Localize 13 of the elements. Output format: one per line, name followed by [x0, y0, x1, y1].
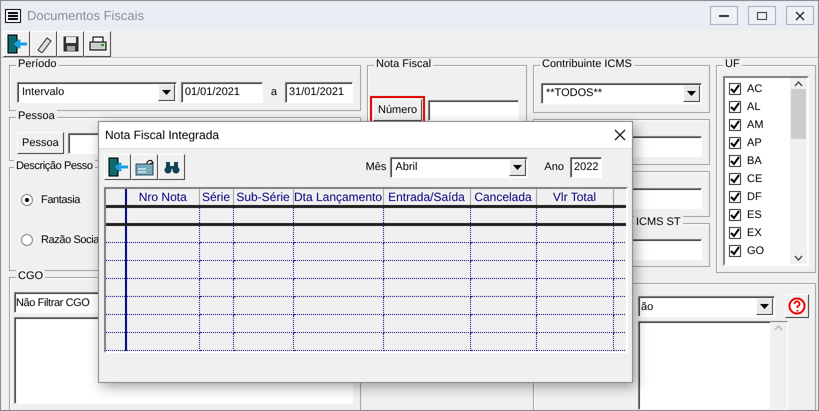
group-label: Descrição Pesso	[14, 160, 95, 172]
group-label: Período	[16, 58, 59, 70]
year-label: Ano	[544, 161, 564, 173]
group-label: Pessoa	[16, 110, 57, 122]
group-label: Contribuinte ICMS	[540, 58, 634, 70]
group-label: ICMS ST	[634, 216, 683, 228]
separator-text: a	[270, 86, 278, 98]
group-label: Nota Fiscal	[374, 58, 434, 70]
month-label: Mês	[366, 161, 386, 173]
window-title: Documentos Fiscais	[27, 8, 146, 23]
group-label: UF	[723, 58, 742, 70]
dialog-title: Nota Fiscal Integrada	[105, 128, 220, 142]
group-label: CGO	[16, 270, 46, 282]
